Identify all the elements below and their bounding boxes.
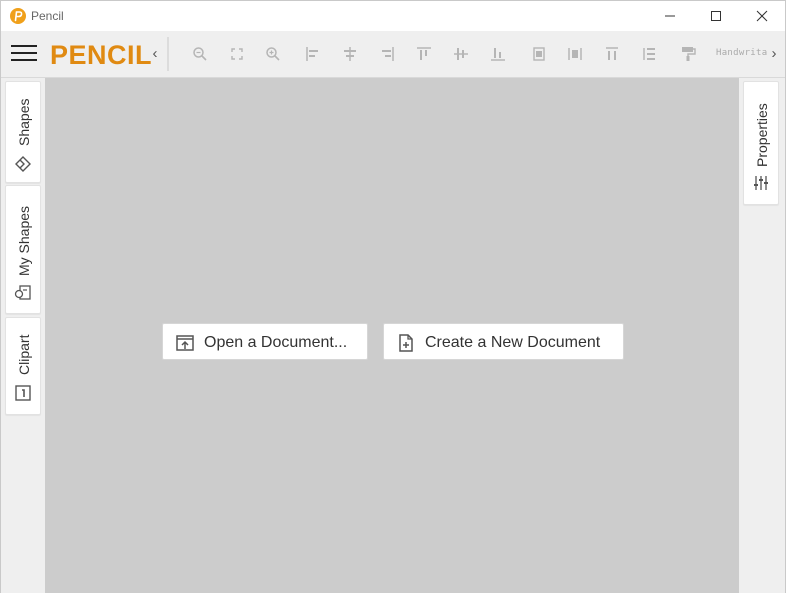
- maximize-button[interactable]: [693, 1, 739, 31]
- distribute-horizontal-icon[interactable]: [565, 44, 585, 64]
- close-icon: [756, 10, 768, 22]
- tab-properties[interactable]: Properties: [743, 81, 779, 205]
- menu-hamburger-icon[interactable]: [11, 45, 37, 63]
- minimize-button[interactable]: [647, 1, 693, 31]
- toolbar-scroll-left-button[interactable]: ‹: [149, 45, 161, 63]
- document-canvas: Open a Document... Create a New Document: [45, 78, 740, 593]
- new-document-icon: [399, 334, 413, 352]
- font-family-select[interactable]: Handwrita: [716, 48, 767, 58]
- align-right-icon[interactable]: [377, 44, 397, 64]
- toolbar-divider: [167, 37, 169, 71]
- zoom-out-icon[interactable]: [190, 44, 210, 64]
- toolbar-scroll-right-button[interactable]: ›: [768, 45, 780, 63]
- zoom-in-icon[interactable]: [263, 44, 283, 64]
- app-logo-icon: [10, 8, 26, 24]
- align-top-icon[interactable]: [414, 44, 434, 64]
- tab-clipart-label: Clipart: [16, 334, 32, 375]
- tab-clipart[interactable]: Clipart: [5, 317, 41, 415]
- close-button[interactable]: [739, 1, 785, 31]
- properties-sliders-icon: [754, 176, 768, 190]
- right-side-panel: Properties: [739, 78, 785, 593]
- clipart-icon: [15, 385, 31, 401]
- shapes-icon: [15, 156, 31, 172]
- open-folder-icon: [176, 335, 194, 351]
- same-width-icon[interactable]: [529, 44, 549, 64]
- tab-my-shapes[interactable]: My Shapes: [5, 185, 41, 314]
- tab-shapes[interactable]: Shapes: [5, 81, 41, 183]
- app-window: Pencil PENCIL ‹ Handwrita › Shapes My Sh…: [0, 0, 786, 593]
- brand-logo: PENCIL: [50, 40, 153, 70]
- tab-my-shapes-label: My Shapes: [16, 205, 32, 276]
- title-bar: Pencil: [1, 1, 785, 31]
- align-bottom-icon[interactable]: [488, 44, 508, 64]
- create-new-document-button[interactable]: Create a New Document: [383, 323, 624, 360]
- minimize-icon: [665, 15, 675, 17]
- align-left-icon[interactable]: [303, 44, 323, 64]
- tab-shapes-label: Shapes: [16, 98, 32, 146]
- format-painter-icon[interactable]: [678, 44, 698, 64]
- open-document-label: Open a Document...: [204, 334, 348, 351]
- align-center-icon[interactable]: [340, 44, 360, 64]
- align-middle-icon[interactable]: [451, 44, 471, 64]
- window-title: Pencil: [31, 9, 64, 23]
- left-side-panel: Shapes My Shapes Clipart: [1, 78, 45, 593]
- my-shapes-icon: [14, 285, 31, 300]
- open-document-button[interactable]: Open a Document...: [162, 323, 368, 360]
- distribute-vertical-icon[interactable]: [639, 44, 659, 64]
- main-toolbar: PENCIL ‹ Handwrita ›: [1, 31, 785, 78]
- actual-size-icon[interactable]: [227, 44, 247, 64]
- create-new-document-label: Create a New Document: [425, 334, 601, 351]
- maximize-icon: [711, 11, 721, 21]
- same-height-icon[interactable]: [602, 44, 622, 64]
- tab-properties-label: Properties: [754, 103, 770, 167]
